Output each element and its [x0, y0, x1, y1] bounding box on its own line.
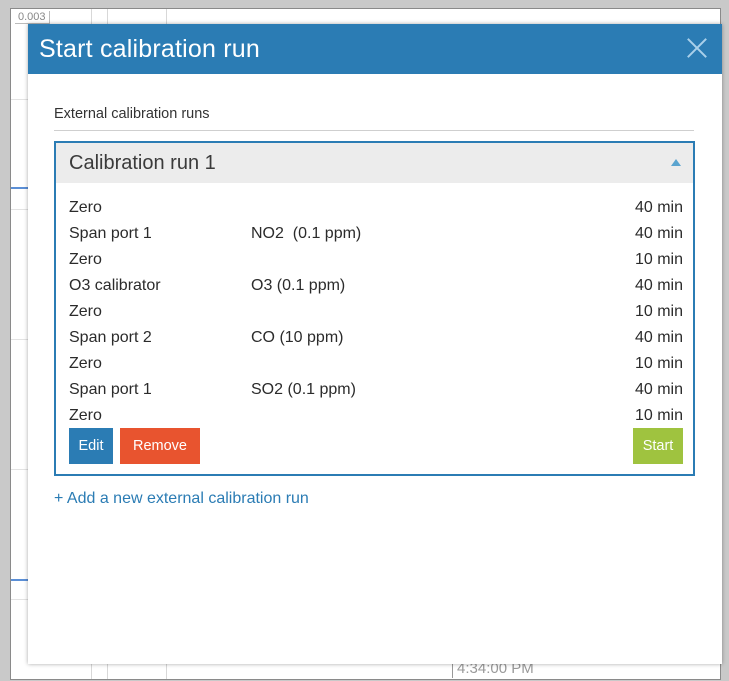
- step-duration: 40 min: [634, 225, 683, 242]
- step-name: Zero: [69, 355, 102, 372]
- step-duration: 10 min: [634, 407, 683, 424]
- step-duration: 10 min: [634, 355, 683, 372]
- step-duration: 40 min: [634, 329, 683, 346]
- step-gas: SO2 (0.1 ppm): [251, 381, 356, 398]
- step-gas: O3 (0.1 ppm): [251, 277, 346, 294]
- step-duration: 40 min: [634, 381, 683, 398]
- add-calibration-run-link[interactable]: + Add a new external calibration run: [54, 490, 309, 508]
- step-name: Span port 2: [69, 329, 152, 346]
- step-name: Span port 1: [69, 225, 152, 242]
- dialog-header: Start calibration run: [28, 24, 722, 74]
- step-row: Zero 10 min: [69, 403, 683, 429]
- step-name: O3 calibrator: [69, 277, 161, 294]
- step-row: Zero 40 min: [69, 195, 683, 221]
- run-title: Calibration run 1: [69, 151, 216, 174]
- step-name: Span port 1: [69, 381, 152, 398]
- step-gas: CO (10 ppm): [251, 329, 344, 346]
- step-row: Span port 2 CO (10 ppm) 40 min: [69, 325, 683, 351]
- step-row: O3 calibrator O3 (0.1 ppm) 40 min: [69, 273, 683, 299]
- step-name: Zero: [69, 407, 102, 424]
- step-duration: 40 min: [634, 199, 683, 216]
- calibration-dialog: Start calibration run External calibrati…: [28, 24, 722, 664]
- bg-y-tick-label: 0.003: [15, 11, 50, 24]
- edit-button[interactable]: Edit: [69, 428, 113, 464]
- step-row: Zero 10 min: [69, 351, 683, 377]
- dialog-title: Start calibration run: [39, 34, 260, 63]
- run-header[interactable]: Calibration run 1: [56, 143, 693, 183]
- step-name: Zero: [69, 251, 102, 268]
- step-duration: 10 min: [634, 251, 683, 268]
- caret-up-icon[interactable]: [671, 159, 681, 166]
- step-row: Zero 10 min: [69, 247, 683, 273]
- step-row: Zero 10 min: [69, 299, 683, 325]
- section-label: External calibration runs: [54, 106, 210, 122]
- step-row: Span port 1 NO2 (0.1 ppm) 40 min: [69, 221, 683, 247]
- step-gas: NO2 (0.1 ppm): [251, 225, 362, 242]
- step-duration: 40 min: [634, 277, 683, 294]
- step-name: Zero: [69, 303, 102, 320]
- calibration-run-card: Calibration run 1 Zero 40 min Span port …: [54, 141, 695, 476]
- step-name: Zero: [69, 199, 102, 216]
- step-list: Zero 40 min Span port 1 NO2 (0.1 ppm) 40…: [69, 195, 683, 429]
- close-icon[interactable]: [684, 35, 710, 61]
- start-button[interactable]: Start: [633, 428, 683, 464]
- step-row: Span port 1 SO2 (0.1 ppm) 40 min: [69, 377, 683, 403]
- remove-button[interactable]: Remove: [120, 428, 200, 464]
- section-divider: [54, 130, 694, 131]
- step-duration: 10 min: [634, 303, 683, 320]
